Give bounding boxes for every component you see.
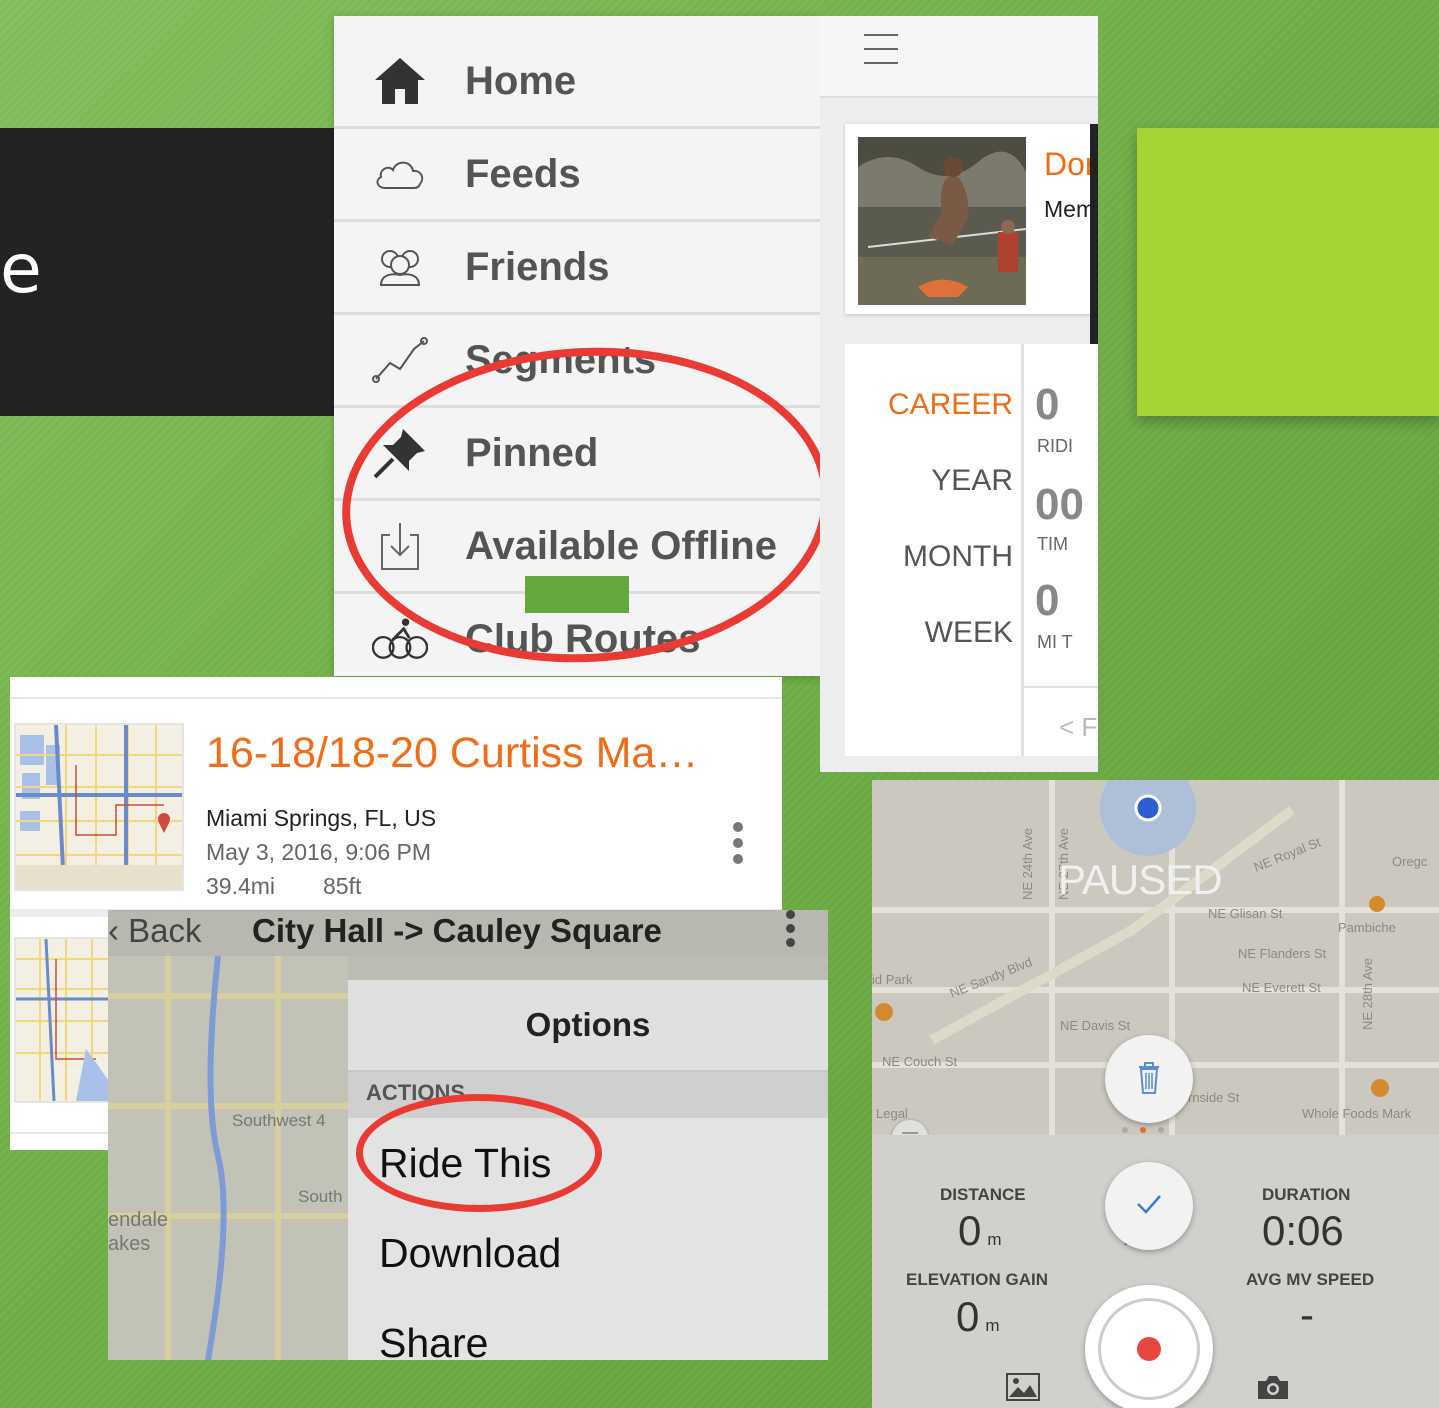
hamburger-menu-icon[interactable]: [864, 34, 898, 64]
options-sheet: Options ACTIONS Ride This Download Share: [348, 980, 828, 1360]
menu-item-label: Friends: [465, 244, 610, 289]
record-button[interactable]: [1085, 1285, 1213, 1408]
more-options-icon[interactable]: [786, 910, 802, 952]
menu-item-label: Home: [465, 58, 577, 103]
athlete-name[interactable]: Dor: [1044, 146, 1096, 183]
route-distance: 39.4mi: [206, 873, 276, 899]
home-icon: [372, 53, 428, 109]
distance-label: DISTANCE: [940, 1185, 1026, 1204]
back-label: Back: [128, 912, 202, 949]
stats-card: CAREER YEAR MONTH WEEK 0 RIDI 00 TIM 0 M…: [845, 344, 1098, 756]
period-tab-career[interactable]: CAREER: [888, 388, 1013, 422]
period-tab-year[interactable]: YEAR: [931, 464, 1013, 498]
slide-title-band: [0, 128, 340, 416]
photo-gallery-icon[interactable]: [1006, 1373, 1040, 1406]
previous-period-link[interactable]: < F: [1059, 712, 1097, 743]
trash-icon: [1135, 1059, 1163, 1100]
map-label: id Park: [872, 972, 913, 987]
menu-item-home[interactable]: Home: [334, 36, 820, 129]
avg-speed-value: -: [1300, 1291, 1314, 1338]
route-map[interactable]: Southwest 4 South endale akes: [108, 956, 348, 1360]
avg-speed-label: AVG MV SPEED: [1246, 1270, 1375, 1289]
checkmark-icon: [1136, 1194, 1162, 1219]
map-label: akes: [108, 1233, 150, 1255]
duration-value: 0:06: [1262, 1207, 1344, 1254]
route-date: May 3, 2016, 9:06 PM: [206, 839, 432, 865]
share-option[interactable]: Share: [348, 1298, 828, 1360]
menu-item-label: Feeds: [465, 151, 581, 196]
route-title[interactable]: 16-18/18-20 Curtiss Ma…: [206, 729, 698, 778]
record-dot-icon: [1137, 1337, 1161, 1361]
route-name-title: City Hall -> Cauley Square: [252, 912, 662, 949]
record-ring: [1098, 1298, 1200, 1400]
menu-item-friends[interactable]: Friends: [334, 222, 820, 315]
more-options-icon[interactable]: [733, 822, 753, 868]
stat-rides-value: 0: [1035, 380, 1060, 429]
duration-label: DURATION: [1262, 1185, 1351, 1204]
stats-divider: [1021, 344, 1024, 756]
period-tab-month[interactable]: MONTH: [903, 540, 1013, 574]
friends-icon: [372, 239, 428, 295]
route-options-screen: ‹ Back City Hall -> Cauley Square Southw…: [108, 910, 828, 1360]
member-since: Mem: [1044, 196, 1096, 222]
map-label: NE Flanders St: [1238, 946, 1327, 961]
map-label: endale: [108, 1209, 168, 1231]
stats-footer-divider: [1024, 686, 1098, 688]
download-option[interactable]: Download: [348, 1208, 828, 1300]
back-button[interactable]: ‹ Back: [108, 912, 202, 950]
route-map-thumbnail[interactable]: [14, 937, 112, 1103]
menu-item-feeds[interactable]: Feeds: [334, 129, 820, 222]
stat-time-label: TIM: [1037, 534, 1068, 554]
map-label: South: [298, 1187, 342, 1206]
profile-photo: [858, 137, 1026, 305]
elevation-gain-label: ELEVATION GAIN: [906, 1270, 1048, 1289]
map-label: Southwest 4: [232, 1111, 326, 1130]
record-screen: NE Glisan St NE Flanders St NE Everett S…: [872, 780, 1439, 1408]
lime-accent-box: [1137, 128, 1439, 416]
highlight-ellipse: [356, 1094, 602, 1212]
map-label: Whole Foods Mark: [1302, 1106, 1412, 1121]
map-label: NE 28th Ave: [1360, 958, 1375, 1030]
chevron-left-icon: ‹: [108, 912, 129, 949]
map-label: NE Glisan St: [1208, 906, 1283, 921]
route-map-thumbnail[interactable]: [14, 723, 184, 891]
list-divider: [10, 697, 782, 699]
green-overlay-patch: [525, 576, 629, 613]
options-sheet-title: Options: [348, 980, 828, 1072]
map-label: rnside St: [1188, 1090, 1240, 1105]
profile-screen: Dor Mem CAREER YEAR MONTH WEEK 0 RIDI 00…: [820, 16, 1098, 772]
map-label: Oregc: [1392, 854, 1428, 869]
page-indicator: [1122, 1127, 1164, 1133]
elevation-gain-value: 0m: [956, 1293, 1000, 1340]
stat-miles-value: 0: [1035, 576, 1060, 625]
stat-rides-label: RIDI: [1037, 436, 1073, 456]
map-label: NE 24th Ave: [1020, 828, 1035, 900]
slide-title-text: e: [0, 230, 42, 309]
period-tab-week[interactable]: WEEK: [925, 616, 1013, 650]
paused-status: PAUSED: [1058, 856, 1223, 903]
stat-time-value: 00: [1035, 480, 1084, 529]
side-menu: Home Feeds Friends Segments Pinned Avail…: [334, 16, 820, 676]
distance-value: 0m: [958, 1207, 1002, 1254]
cloud-icon: [372, 146, 428, 202]
profile-card[interactable]: Dor Mem: [845, 124, 1098, 314]
discard-button[interactable]: [1105, 1035, 1193, 1123]
nav-bar: ‹ Back City Hall -> Cauley Square: [108, 910, 828, 956]
finish-button[interactable]: [1105, 1162, 1193, 1250]
map-label: NE Davis St: [1060, 1018, 1130, 1033]
map-label: NE Couch St: [882, 1054, 958, 1069]
segments-icon: [372, 332, 428, 388]
route-elevation: 85ft: [323, 873, 362, 899]
camera-icon[interactable]: [1256, 1373, 1290, 1406]
app-header: [820, 16, 1098, 98]
route-location: Miami Springs, FL, US: [206, 805, 437, 831]
map-label: NE Everett St: [1242, 980, 1321, 995]
stat-miles-label: MI T: [1037, 632, 1073, 652]
map-label: Pambiche: [1338, 920, 1396, 935]
